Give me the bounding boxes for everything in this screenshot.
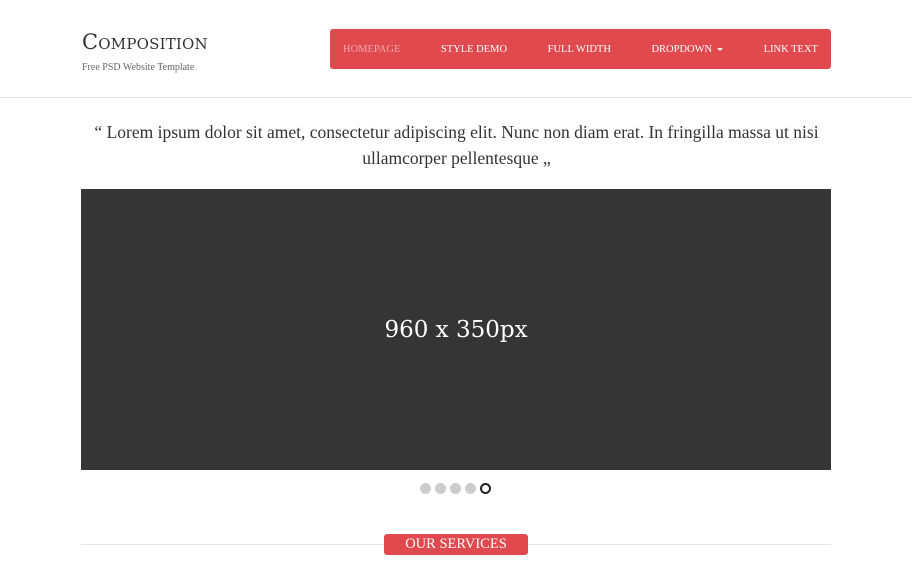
nav-item-full-width[interactable]: Full Width <box>548 44 611 55</box>
nav-item-link-text[interactable]: Link Text <box>764 44 818 55</box>
slider-dot[interactable] <box>435 482 446 494</box>
slider-pagination <box>420 482 495 494</box>
site-tagline: Free PSD Website Template <box>82 62 195 73</box>
slider-dot-active[interactable] <box>480 482 491 494</box>
intro-quote: “ Lorem ipsum dolor sit amet, consectetu… <box>94 122 819 168</box>
image-slider[interactable]: 960 x 350px <box>81 189 831 470</box>
main-nav: Homepage Style Demo Full Width Dropdown … <box>330 29 831 69</box>
services-heading: Our Services <box>405 536 507 552</box>
slider-dot[interactable] <box>450 482 461 494</box>
site-title[interactable]: Composition <box>82 29 208 55</box>
slider-dot[interactable] <box>465 482 476 494</box>
services-heading-badge: Our Services <box>384 534 528 555</box>
nav-item-dropdown-label: Dropdown <box>651 43 713 55</box>
caret-down-icon <box>717 47 724 51</box>
nav-item-style-demo[interactable]: Style Demo <box>441 44 507 55</box>
nav-item-homepage[interactable]: Homepage <box>343 44 400 55</box>
slider-placeholder-text: 960 x 350px <box>384 316 528 343</box>
slider-dot[interactable] <box>420 482 431 494</box>
nav-item-dropdown[interactable]: Dropdown <box>651 43 724 55</box>
site-header: Composition Free PSD Website Template Ho… <box>0 0 912 98</box>
